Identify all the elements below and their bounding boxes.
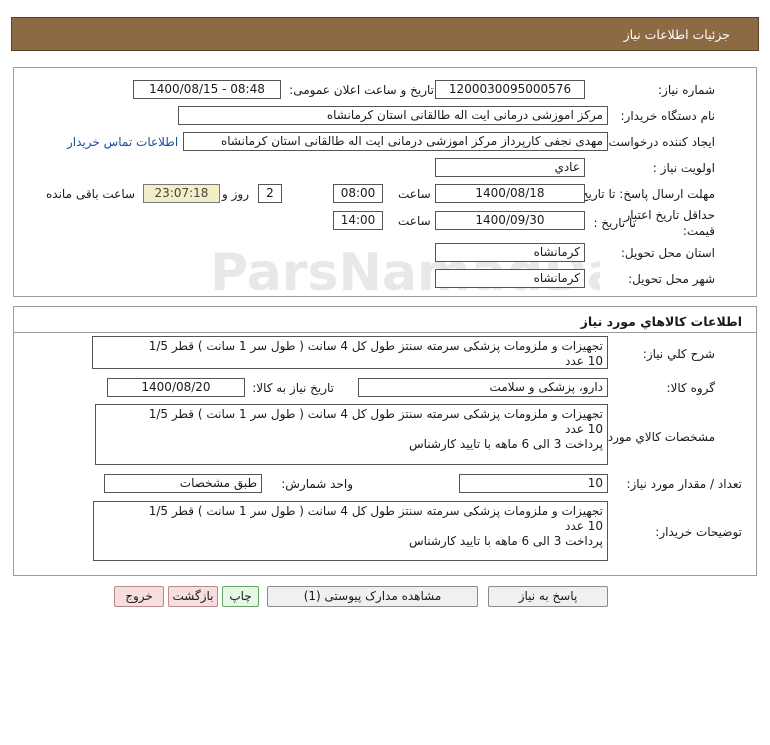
announce-label: تاریخ و ساعت اعلان عمومی: <box>289 83 434 97</box>
validity-to-label: تا تاریخ : <box>593 216 636 230</box>
need-date-label: تاریخ نیاز به کالا: <box>252 381 334 395</box>
requester-field: مهدی نجفی کارپرداز مرکز اموزشی درمانی ای… <box>183 132 608 151</box>
buyer-org-label: نام دستگاه خریدار: <box>620 109 716 123</box>
province-field: کرمانشاه <box>435 243 585 262</box>
exit-button[interactable]: خروج <box>114 586 164 607</box>
priority-field: عادي <box>435 158 585 177</box>
remaining-time-field: 23:07:18 <box>143 184 220 203</box>
validity-label-1: حداقل تاریخ اعتبار <box>624 208 715 222</box>
priority-label: اولویت نیاز : <box>652 161 715 175</box>
section-divider <box>14 332 756 333</box>
unit-field: طبق مشخصات <box>104 474 262 493</box>
print-button[interactable]: چاپ <box>222 586 259 607</box>
remaining-time-label: ساعت باقی مانده <box>46 187 136 201</box>
page-header: جزئیات اطلاعات نیاز <box>11 17 759 51</box>
buyer-desc-field: تجهیزات و ملزومات پزشکی سرمته سنتز طول ک… <box>93 501 608 561</box>
buyer-desc-label: توضیحات خریدار: <box>655 525 742 539</box>
city-label: شهر محل تحویل: <box>628 272 715 286</box>
general-desc-label: شرح کلي نياز: <box>642 347 715 361</box>
deadline-date-field: 1400/08/18 <box>435 184 585 203</box>
need-number-label: شماره نیاز: <box>658 83 715 97</box>
reply-button[interactable]: پاسخ به نیاز <box>488 586 608 607</box>
days-word: روز و <box>222 187 249 201</box>
days-remaining-field: 2 <box>258 184 282 203</box>
general-desc-field: تجهیزات و ملزومات پزشکی سرمته سنتز طول ک… <box>92 336 608 369</box>
buyer-org-field: مرکز اموزشی درمانی ایت اله طالقانی استان… <box>178 106 608 125</box>
deadline-time-label: ساعت <box>398 187 431 201</box>
page-title: جزئیات اطلاعات نیاز <box>623 27 730 42</box>
city-field: کرمانشاه <box>435 269 585 288</box>
need-info-panel <box>13 67 757 297</box>
need-number-field: 1200030095000576 <box>435 80 585 99</box>
view-attachments-button[interactable]: مشاهده مدارک پیوستی (1) <box>267 586 478 607</box>
quantity-label: تعداد / مقدار مورد نیاز: <box>626 477 742 491</box>
validity-date-field: 1400/09/30 <box>435 211 585 230</box>
need-date-field: 1400/08/20 <box>107 378 245 397</box>
back-button[interactable]: بازگشت <box>168 586 218 607</box>
requester-label: ایجاد کننده درخواست: <box>604 135 715 149</box>
goods-group-field: دارو، پزشکی و سلامت <box>358 378 608 397</box>
validity-label-2: قیمت: <box>682 224 715 238</box>
specs-field: تجهیزات و ملزومات پزشکی سرمته سنتز طول ک… <box>95 404 608 465</box>
announce-field: 1400/08/15 - 08:48 <box>133 80 281 99</box>
goods-group-label: گروه کالا: <box>666 381 716 395</box>
goods-section-title: اطلاعات کالاهاي مورد نياز <box>580 314 742 329</box>
deadline-label: مهلت ارسال پاسخ: تا تاریخ : <box>572 187 715 201</box>
contact-info-link[interactable]: اطلاعات تماس خریدار <box>67 135 178 149</box>
unit-label: واحد شمارش: <box>281 477 353 491</box>
province-label: استان محل تحویل: <box>620 246 715 260</box>
validity-time-field: 14:00 <box>333 211 383 230</box>
quantity-field: 10 <box>459 474 608 493</box>
validity-time-label: ساعت <box>398 214 431 228</box>
deadline-time-field: 08:00 <box>333 184 383 203</box>
